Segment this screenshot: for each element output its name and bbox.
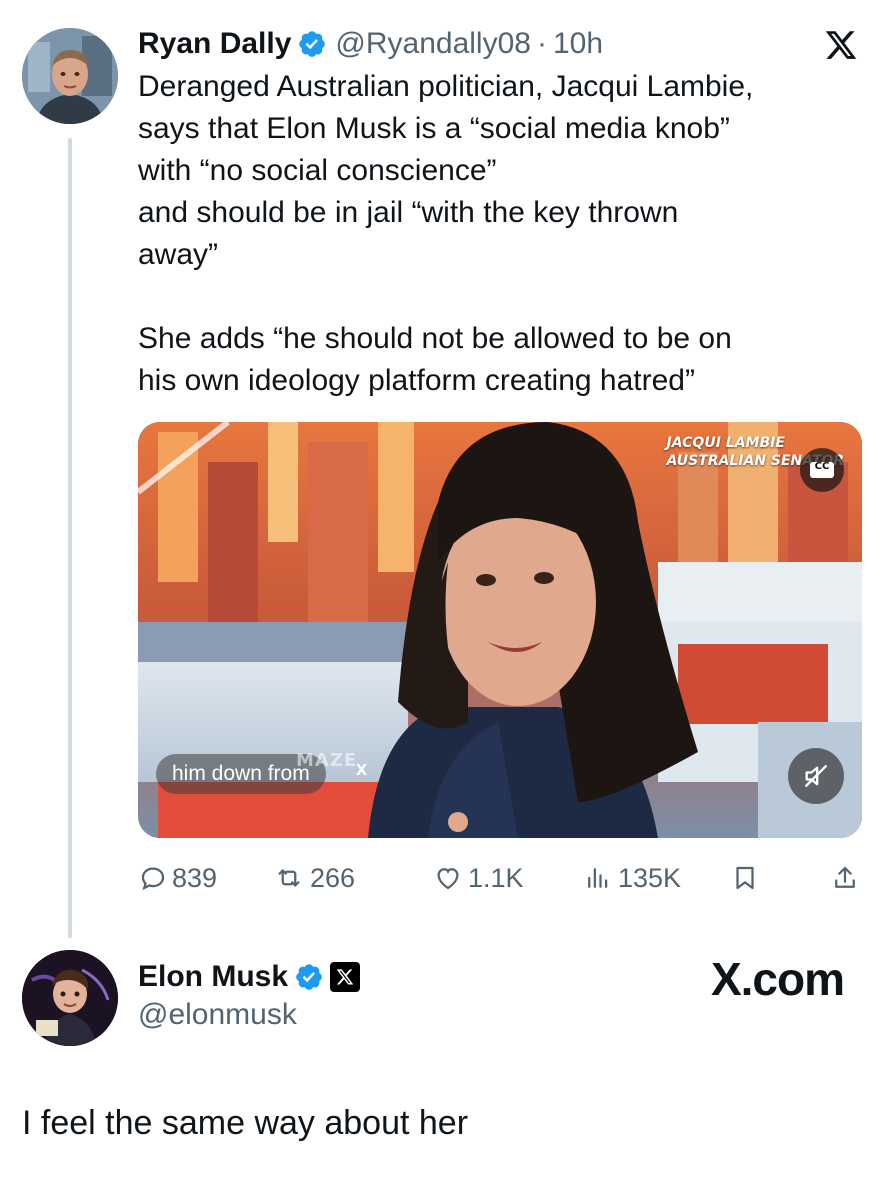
post-text-line-3: with “no social conscience”: [138, 154, 497, 187]
post-text: Deranged Australian politician, Jacqui L…: [138, 66, 858, 402]
like-button[interactable]: 1.1K: [432, 858, 524, 898]
post-time[interactable]: 10h: [553, 27, 603, 61]
post-text-line-7: his own ideology platform creating hatre…: [138, 364, 695, 397]
author-name[interactable]: Ryan Dally: [138, 27, 291, 61]
like-count: 1.1K: [468, 862, 524, 893]
bookmark-button[interactable]: [730, 858, 764, 898]
avatar-ryan-image: [22, 28, 118, 124]
video-player[interactable]: JACQUI LAMBIE AUSTRALIAN SENATOR him dow…: [138, 422, 862, 838]
bookmark-icon: [736, 866, 754, 890]
xcom-logo-text: X.com: [710, 953, 845, 1005]
reply-text: I feel the same way about her: [22, 1104, 469, 1142]
repost-button[interactable]: 266: [272, 858, 355, 898]
verified-badge-icon: [299, 31, 326, 57]
affiliate-x-icon: [330, 962, 361, 992]
thread-connector-line: [68, 138, 72, 938]
reply-author-handle[interactable]: @elonmusk: [138, 998, 297, 1032]
watermark-x-mark: x: [356, 758, 368, 780]
share-icon: [835, 866, 855, 888]
post-text-line-4: and should be in jail “with the key thro…: [138, 196, 679, 229]
post-text-line-5: away”: [138, 238, 219, 271]
post-text-line-2: says that Elon Musk is a “social media k…: [138, 112, 730, 145]
views-button[interactable]: 135K: [582, 858, 681, 898]
like-icon: [437, 868, 459, 890]
reply-count: 839: [172, 862, 218, 893]
verified-badge-icon: [296, 964, 322, 990]
action-bar: 839 266 1.1K 135K: [138, 858, 862, 898]
reply-author-name[interactable]: Elon Musk: [138, 960, 288, 994]
avatar-elon-image: [22, 950, 118, 1046]
reply-header: Elon Musk: [138, 956, 361, 998]
views-icon: [588, 868, 608, 888]
cc-button[interactable]: CC: [800, 448, 844, 497]
cc-label: CC: [814, 461, 830, 472]
view-count: 135K: [618, 862, 682, 893]
mute-button[interactable]: [788, 748, 844, 804]
mute-icon: [804, 764, 828, 788]
author-handle[interactable]: @Ryandally08: [335, 27, 531, 61]
repost-icon: [278, 869, 300, 887]
separator-dot: ·: [536, 27, 547, 60]
post-text-line-1: Deranged Australian politician, Jacqui L…: [138, 70, 754, 103]
share-button[interactable]: [830, 858, 864, 898]
avatar-ryan-dally[interactable]: [22, 28, 118, 124]
post-header: Ryan Dally @Ryandally08 · 10h: [138, 24, 603, 64]
x-logo-icon: [825, 31, 857, 59]
repost-count: 266: [310, 862, 356, 893]
reply-button[interactable]: 839: [138, 858, 217, 898]
avatar-elon-musk[interactable]: [22, 950, 118, 1046]
video-watermark: MAZE: [296, 750, 358, 771]
post-text-line-6: She adds “he should not be allowed to be…: [138, 322, 732, 355]
reply-icon: [141, 867, 165, 891]
